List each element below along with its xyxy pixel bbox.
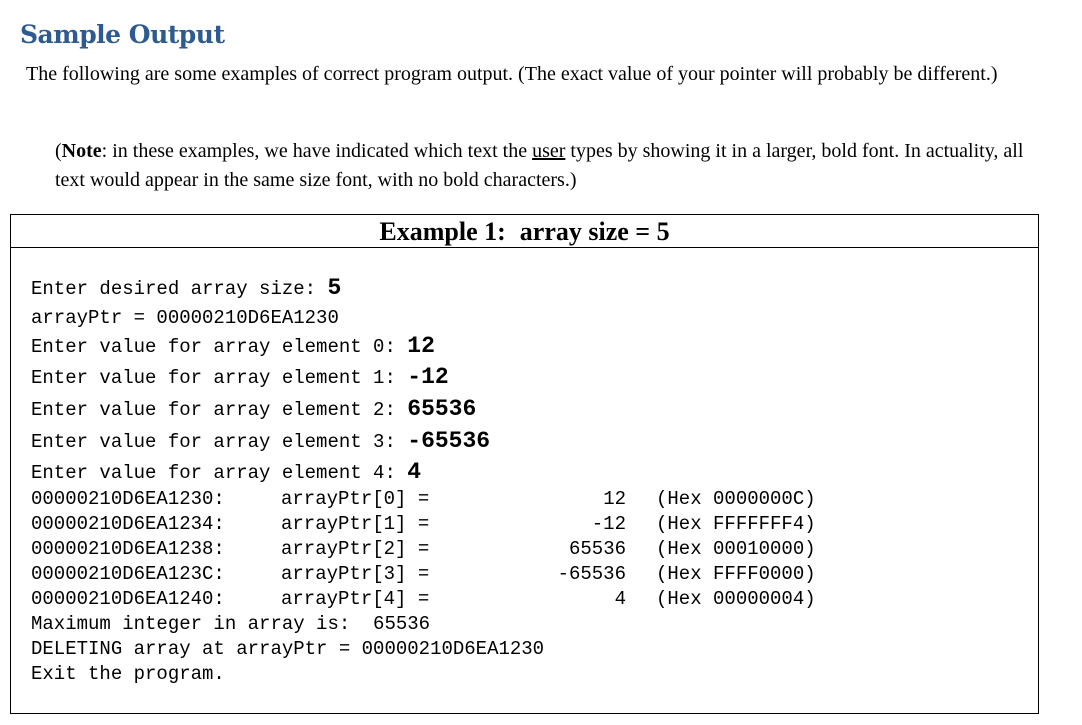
console-prompt-line: Enter desired array size: 5 bbox=[31, 275, 341, 301]
note-user-word: user bbox=[532, 140, 566, 162]
section-heading: Sample Output bbox=[20, 20, 225, 49]
array-value: 12 bbox=[603, 488, 626, 510]
array-element-name: arrayPtr[2] = bbox=[281, 538, 430, 560]
array-hex: (Hex 00000004) bbox=[656, 588, 816, 610]
user-input: 4 bbox=[407, 459, 422, 485]
prompt-text: Enter value for array element 1: bbox=[31, 367, 408, 389]
user-input: -65536 bbox=[407, 428, 491, 454]
prompt-text: Enter value for array element 4: bbox=[31, 462, 408, 484]
console-prompt-line: Enter value for array element 2: 65536 bbox=[31, 396, 476, 422]
prompt-text: Enter value for array element 2: bbox=[31, 399, 408, 421]
delete-line: DELETING array at arrayPtr = 00000210D6E… bbox=[31, 638, 545, 660]
user-input: 5 bbox=[327, 275, 342, 301]
array-hex: (Hex FFFFFFF4) bbox=[656, 513, 816, 535]
example-title-left: Example 1: bbox=[379, 217, 506, 246]
array-row: 00000210D6EA1238: arrayPtr[2] = 65536 (Hex … bbox=[31, 538, 816, 560]
user-input: -12 bbox=[407, 364, 449, 390]
array-element-name: arrayPtr[4] = bbox=[281, 588, 430, 610]
array-element-name: arrayPtr[3] = bbox=[281, 563, 430, 585]
array-row: 00000210D6EA123C: arrayPtr[3] = -65536 (Hex… bbox=[31, 563, 816, 585]
example-title-right: array size = 5 bbox=[519, 217, 670, 246]
note-text-before: : in these examples, we have indicated w… bbox=[101, 140, 533, 162]
array-row: 00000210D6EA1240: arrayPtr[4] = 4 (Hex 0000… bbox=[31, 588, 816, 610]
array-row: 00000210D6EA1230: arrayPtr[0] = 12 (Hex 000… bbox=[31, 488, 816, 510]
array-row: 00000210D6EA1234: arrayPtr[1] = -12 (Hex FF… bbox=[31, 513, 816, 535]
array-address: 00000210D6EA1240: bbox=[31, 588, 225, 610]
exit-line: Exit the program. bbox=[31, 663, 225, 685]
array-hex: (Hex 00010000) bbox=[656, 538, 816, 560]
array-value: 65536 bbox=[568, 538, 626, 560]
user-input: 12 bbox=[407, 333, 435, 359]
console-output-box: Enter desired array size: 5 arrayPtr = 0… bbox=[10, 247, 1039, 714]
console-prompt-line: Enter value for array element 1: -12 bbox=[31, 364, 449, 390]
user-input: 65536 bbox=[407, 396, 477, 422]
array-hex: (Hex FFFF0000) bbox=[656, 563, 816, 585]
array-address: 00000210D6EA123C: bbox=[31, 563, 225, 585]
prompt-text: Enter value for array element 3: bbox=[31, 431, 408, 453]
console-pointer-line: arrayPtr = 00000210D6EA1230 bbox=[31, 307, 339, 329]
note-paragraph: (Note: in these examples, we have indica… bbox=[55, 137, 1045, 195]
console-prompt-line: Enter value for array element 3: -65536 bbox=[31, 428, 490, 454]
prompt-text: Enter desired array size: bbox=[31, 278, 328, 300]
note-label: Note bbox=[61, 140, 102, 162]
prompt-text: arrayPtr = 00000210D6EA1230 bbox=[31, 307, 339, 329]
example-title-box: Example 1: array size = 5 bbox=[10, 214, 1039, 248]
array-address: 00000210D6EA1234: bbox=[31, 513, 225, 535]
array-value: -65536 bbox=[557, 563, 626, 585]
note-open-paren: ( bbox=[55, 140, 62, 162]
console-prompt-line: Enter value for array element 0: 12 bbox=[31, 333, 435, 359]
array-address: 00000210D6EA1230: bbox=[31, 488, 225, 510]
array-address: 00000210D6EA1238: bbox=[31, 538, 225, 560]
intro-paragraph: The following are some examples of corre… bbox=[26, 63, 998, 85]
prompt-text: Enter value for array element 0: bbox=[31, 336, 408, 358]
array-hex: (Hex 0000000C) bbox=[656, 488, 816, 510]
array-element-name: arrayPtr[1] = bbox=[281, 513, 430, 535]
max-integer-line: Maximum integer in array is: 65536 bbox=[31, 613, 431, 635]
array-value: 4 bbox=[614, 588, 626, 610]
array-element-name: arrayPtr[0] = bbox=[281, 488, 430, 510]
console-prompt-line: Enter value for array element 4: 4 bbox=[31, 459, 421, 485]
array-value: -12 bbox=[591, 513, 626, 535]
